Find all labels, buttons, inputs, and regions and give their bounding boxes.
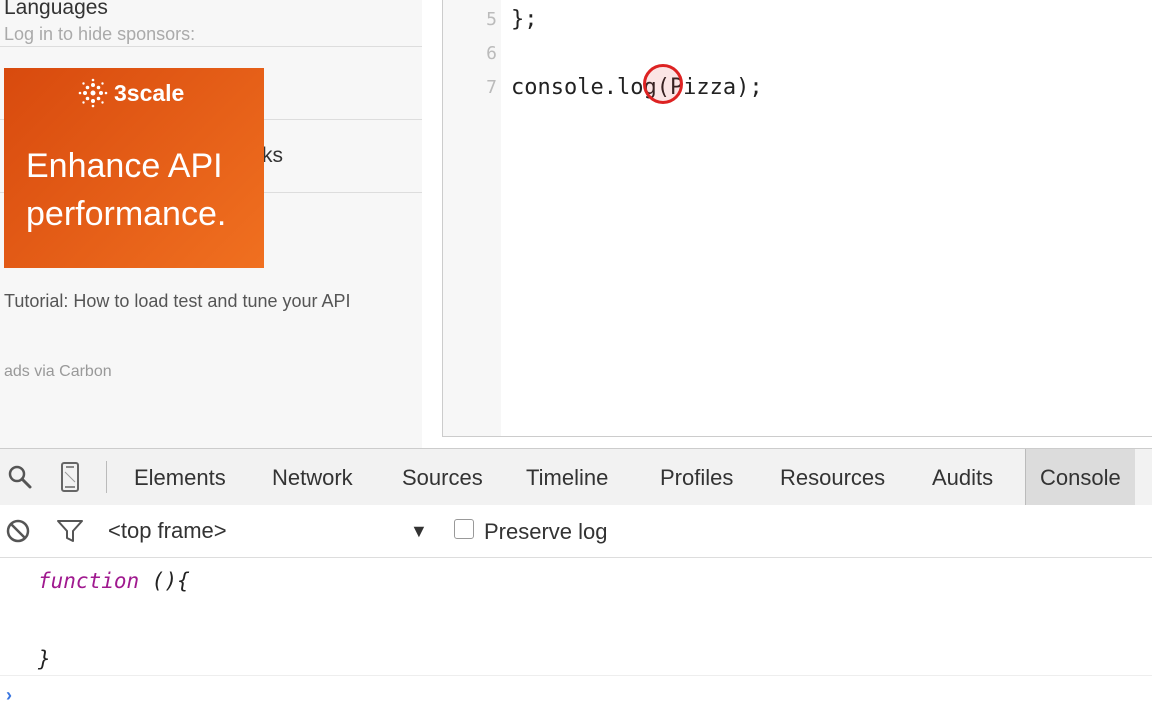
sponsor-ad-banner[interactable]: 3scale Enhance API performance. xyxy=(4,68,264,268)
line-number: 7 xyxy=(486,77,497,98)
function-keyword: function xyxy=(38,569,140,593)
ad-logo-text: 3scale xyxy=(114,79,185,106)
code-line[interactable]: 7 console.log(Pizza); xyxy=(443,71,1152,105)
code-line[interactable]: 6 xyxy=(443,37,1152,71)
frame-dropdown-arrow-icon[interactable]: ▼ xyxy=(410,505,428,557)
login-to-hide-sponsors-link[interactable]: Log in to hide sponsors: xyxy=(4,24,195,45)
3scale-logo-icon xyxy=(78,78,108,108)
preserve-log-label[interactable]: Preserve log xyxy=(484,505,608,557)
devtools-panel: Elements Network Sources Timeline Profil… xyxy=(0,448,1152,721)
ad-headline: Enhance API performance. xyxy=(26,147,227,233)
console-message-close: } xyxy=(38,647,51,671)
preserve-log-checkbox[interactable] xyxy=(454,519,474,539)
console-output: function (){ } xyxy=(0,557,1152,676)
line-code[interactable]: console.log(Pizza); xyxy=(511,71,763,105)
clear-console-icon[interactable] xyxy=(2,515,34,547)
function-signature: (){ xyxy=(139,569,190,593)
tab-resources[interactable]: Resources xyxy=(766,449,899,505)
devtools-tab-bar: Elements Network Sources Timeline Profil… xyxy=(0,449,1152,506)
console-message[interactable]: function (){ xyxy=(38,569,190,593)
filter-icon[interactable] xyxy=(54,515,86,547)
console-toolbar: <top frame> ▼ Preserve log xyxy=(0,505,1152,558)
tab-console[interactable]: Console xyxy=(1025,449,1135,505)
tab-profiles[interactable]: Profiles xyxy=(646,449,747,505)
sponsor-sidebar: Languages Log in to hide sponsors: ks 3s… xyxy=(0,0,422,448)
tab-audits[interactable]: Audits xyxy=(918,449,1007,505)
tab-elements[interactable]: Elements xyxy=(120,449,240,505)
toolbar-separator xyxy=(106,461,107,493)
code-line[interactable]: 5 }; xyxy=(443,3,1152,37)
line-code[interactable]: }; xyxy=(511,3,538,37)
device-mode-icon[interactable] xyxy=(54,461,86,493)
ad-logo: 3scale xyxy=(78,78,184,108)
tab-sources[interactable]: Sources xyxy=(388,449,497,505)
console-prompt-icon[interactable]: › xyxy=(6,685,12,706)
line-number: 5 xyxy=(486,9,497,30)
sidebar-title: Languages xyxy=(4,0,108,19)
frame-selector[interactable]: <top frame> xyxy=(108,505,227,557)
code-editor[interactable]: 5 }; 6 7 console.log(Pizza); xyxy=(442,0,1152,437)
ads-via-carbon-link[interactable]: ads via Carbon xyxy=(4,363,112,381)
sidebar-item-partial[interactable]: ks xyxy=(262,144,283,168)
line-number: 6 xyxy=(486,43,497,64)
tab-network[interactable]: Network xyxy=(258,449,367,505)
ad-description-link[interactable]: Tutorial: How to load test and tune your… xyxy=(4,288,404,314)
click-indicator-icon xyxy=(643,64,683,104)
tab-timeline[interactable]: Timeline xyxy=(512,449,622,505)
inspect-search-icon[interactable] xyxy=(4,461,36,493)
sidebar-divider xyxy=(0,46,422,47)
